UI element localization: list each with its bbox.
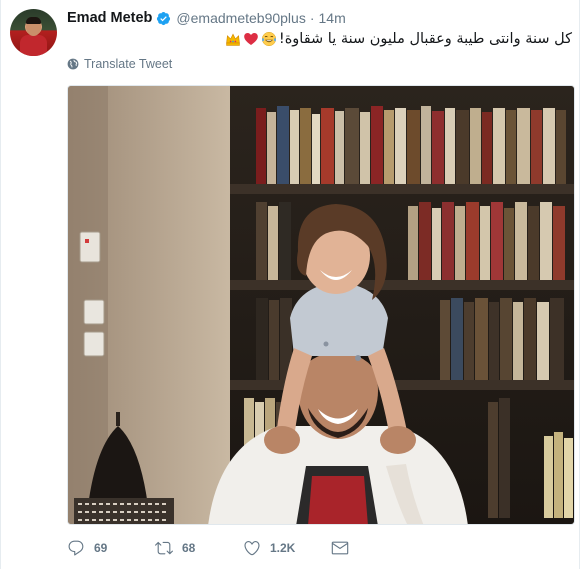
red-heart-icon <box>244 33 258 45</box>
like-button[interactable]: 1.2K <box>243 539 331 557</box>
translate-tweet-link[interactable]: Translate Tweet <box>67 56 172 72</box>
tweet-card[interactable]: Emad Meteb @emadmeteb90plus · 14m كل سنة… <box>0 0 580 569</box>
direct-message-button[interactable] <box>331 539 358 557</box>
tweet-photo[interactable] <box>67 85 575 525</box>
author-handle[interactable]: @emadmeteb90plus <box>176 10 305 26</box>
translate-label[interactable]: Translate Tweet <box>84 57 172 71</box>
reply-count: 69 <box>94 541 108 555</box>
books-row-1 <box>256 106 566 184</box>
retweet-icon <box>155 541 173 555</box>
crown-icon <box>226 33 240 46</box>
tweet-header: Emad Meteb @emadmeteb90plus · 14m <box>67 9 346 27</box>
tweet-timestamp[interactable]: 14m <box>319 10 346 26</box>
tweet-text-row: كل سنة وانتى طيبة وعقبال مليون سنة يا شق… <box>67 28 572 50</box>
reply-icon <box>68 540 84 556</box>
heart-icon <box>244 541 260 556</box>
verified-badge-icon <box>157 11 171 25</box>
author-name[interactable]: Emad Meteb <box>67 10 152 26</box>
retweet-count: 68 <box>182 541 196 555</box>
tweet-actions: 69 68 1.2K <box>67 537 358 559</box>
photo-image <box>68 86 574 524</box>
envelope-icon <box>331 541 349 555</box>
avatar[interactable] <box>10 9 57 56</box>
like-count: 1.2K <box>270 541 296 555</box>
globe-icon <box>67 58 79 70</box>
time-separator: · <box>309 10 315 26</box>
face-with-tears-of-joy-icon <box>261 31 276 47</box>
tweet-text: كل سنة وانتى طيبة وعقبال مليون سنة يا شق… <box>278 31 572 47</box>
retweet-button[interactable]: 68 <box>155 539 243 557</box>
reply-button[interactable]: 69 <box>67 539 155 557</box>
